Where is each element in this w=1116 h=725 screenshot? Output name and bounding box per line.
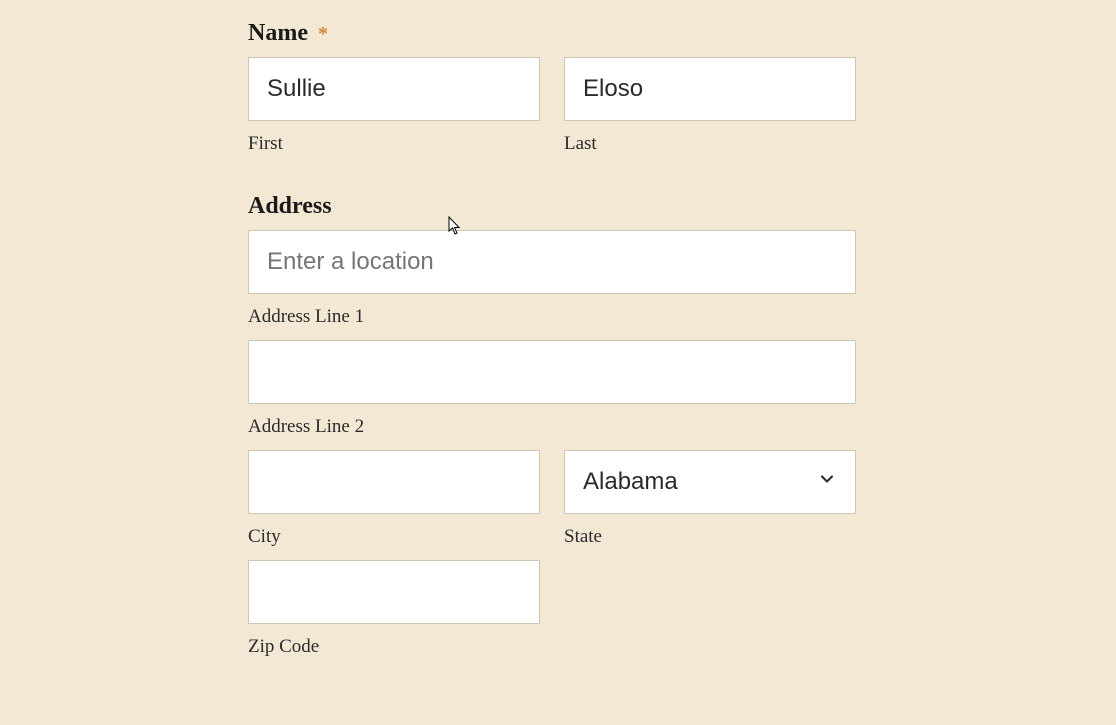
city-sublabel: City xyxy=(248,526,540,548)
address-line2-input[interactable] xyxy=(248,340,856,404)
name-section-label: Name * xyxy=(248,20,856,47)
address-line2-sublabel: Address Line 2 xyxy=(248,416,856,438)
address-section-label: Address xyxy=(248,193,856,220)
address-line1-input[interactable] xyxy=(248,230,856,294)
last-name-sublabel: Last xyxy=(564,133,856,155)
first-name-sublabel: First xyxy=(248,133,540,155)
state-selected-value: Alabama xyxy=(583,468,678,496)
zip-code-input[interactable] xyxy=(248,560,540,624)
address-line1-sublabel: Address Line 1 xyxy=(248,306,856,328)
first-name-input[interactable] xyxy=(248,57,540,121)
zip-code-sublabel: Zip Code xyxy=(248,636,540,658)
last-name-input[interactable] xyxy=(564,57,856,121)
state-sublabel: State xyxy=(564,526,856,548)
name-label-text: Name xyxy=(248,20,308,46)
city-input[interactable] xyxy=(248,450,540,514)
state-select[interactable]: Alabama xyxy=(564,450,856,514)
required-asterisk: * xyxy=(318,23,328,45)
chevron-down-icon xyxy=(817,468,837,496)
